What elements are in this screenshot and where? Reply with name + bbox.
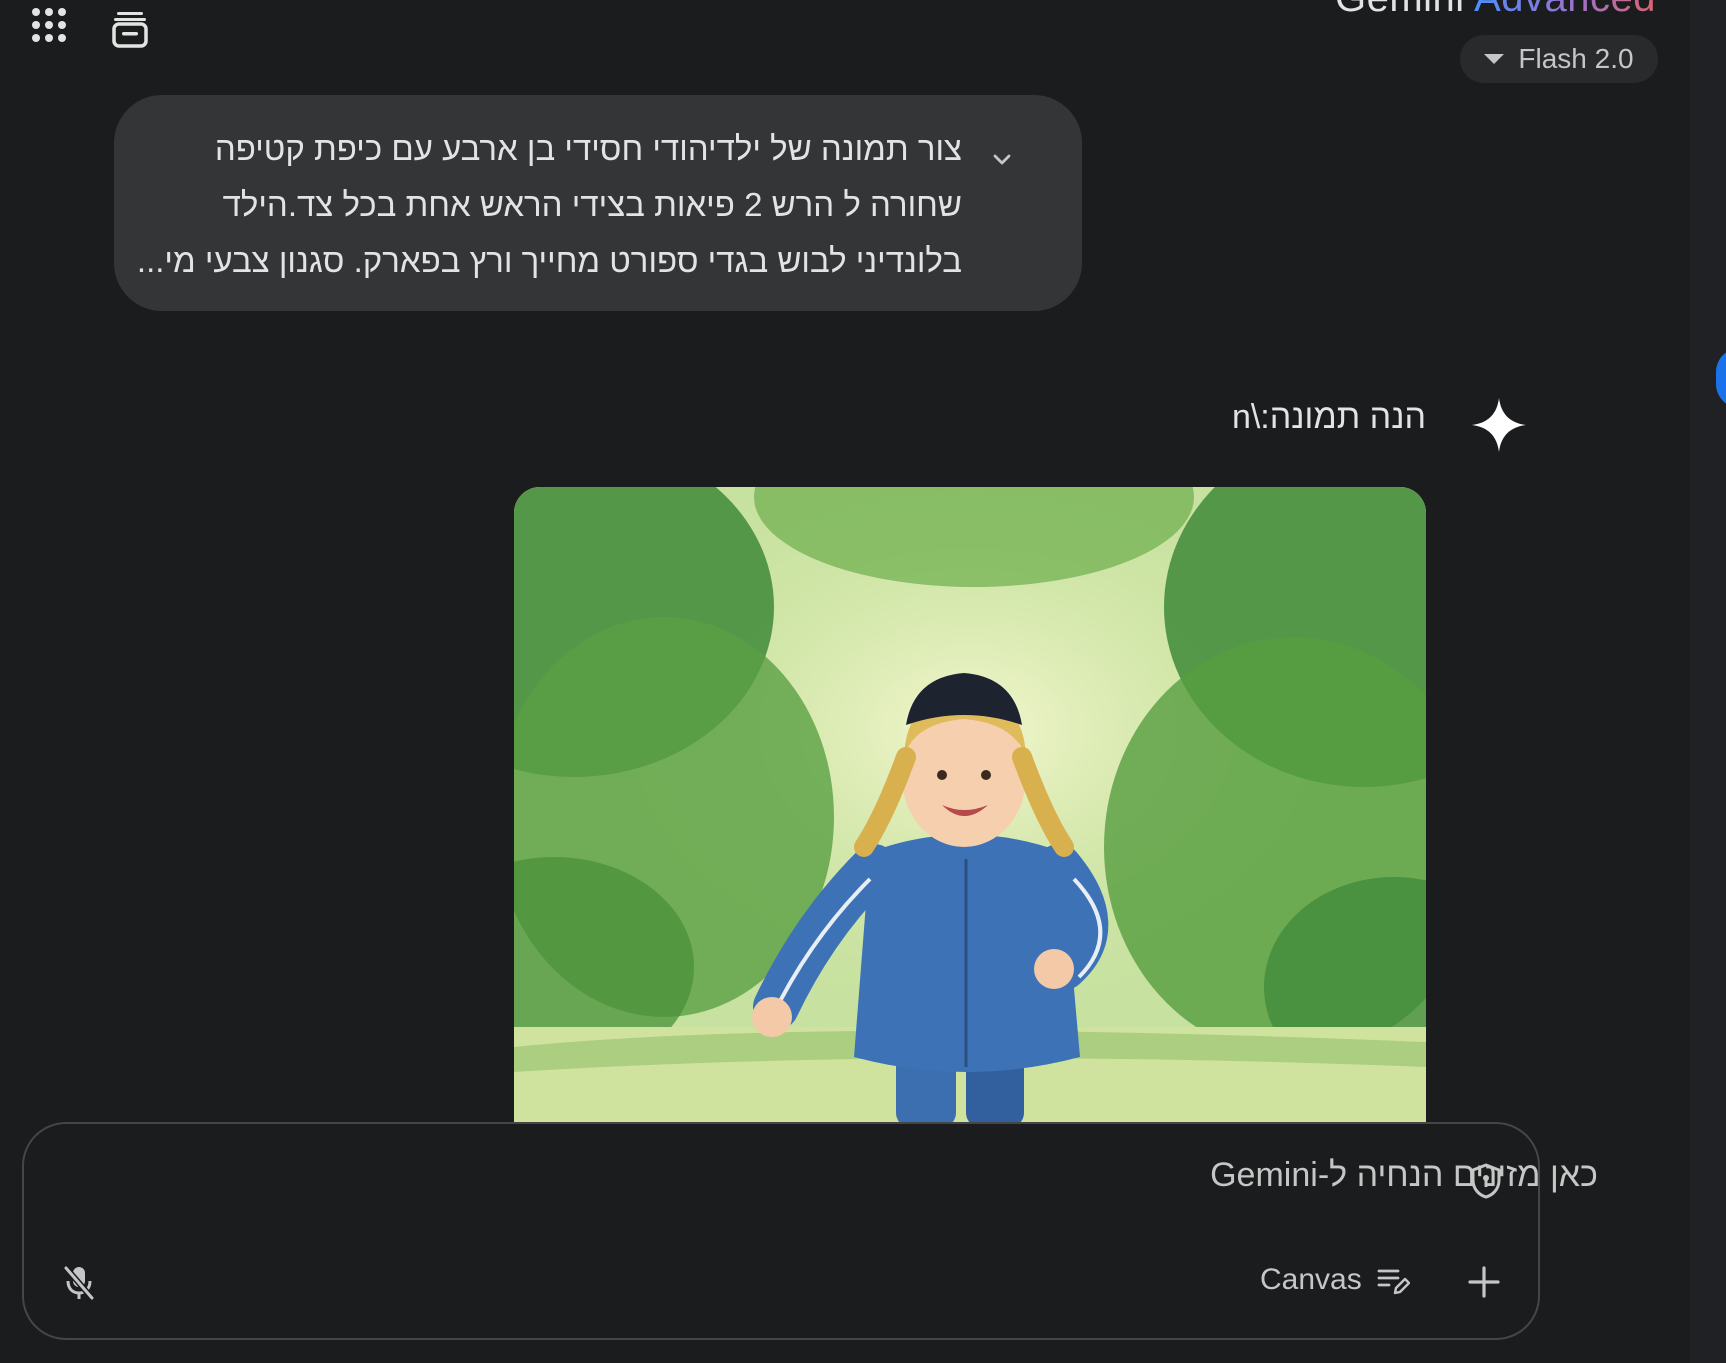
user-prompt-bubble: צור תמונה של ילדיהודי חסידי בן ארבע עם כ… xyxy=(114,95,1082,311)
plus-icon[interactable] xyxy=(1464,1262,1504,1302)
gemini-chat-page: Gemini Advanced Flash 2.0 צור תמונה של י… xyxy=(0,0,1726,1363)
response-text: הנה תמונה:\n xyxy=(1231,398,1426,436)
mic-off-icon[interactable] xyxy=(60,1262,98,1302)
prompt-line: שחורה ל הרש 2 פיאות בצידי הראש אחת בכל צ… xyxy=(222,186,962,223)
history-icon[interactable] xyxy=(108,6,152,50)
brand-name: Gemini xyxy=(1335,0,1465,20)
model-label: Flash 2.0 xyxy=(1518,43,1634,74)
prompt-input-box[interactable] xyxy=(22,1122,1540,1340)
chevron-down-icon[interactable] xyxy=(984,142,1020,178)
model-selector[interactable]: Flash 2.0 xyxy=(1460,35,1658,83)
apps-grid-icon[interactable] xyxy=(32,8,70,46)
brand-tier: Advanced xyxy=(1474,0,1656,20)
caret-down-icon xyxy=(1484,54,1505,64)
user-prompt-text: צור תמונה של ילדיהודי חסידי בן ארבע עם כ… xyxy=(136,121,962,289)
generated-image-illustration xyxy=(514,487,1426,1127)
canvas-label: Canvas xyxy=(1260,1263,1362,1296)
canvas-icon xyxy=(1377,1269,1410,1295)
canvas-button[interactable]: Canvas xyxy=(1260,1258,1410,1302)
prompt-input-placeholder[interactable]: כאן מזינים הנחיה ל-Gemini xyxy=(1210,1156,1598,1195)
brand-title: Gemini Advanced xyxy=(1335,0,1656,21)
prompt-line: בלונדיני לבוש בגדי ספורט מחייך ורץ בפארק… xyxy=(136,242,962,279)
scrollbar-track[interactable] xyxy=(1690,0,1726,1363)
generated-image[interactable] xyxy=(514,487,1426,1127)
gemini-spark-icon xyxy=(1472,398,1526,452)
prompt-line: צור תמונה של ילדיהודי חסידי בן ארבע עם כ… xyxy=(214,130,962,167)
